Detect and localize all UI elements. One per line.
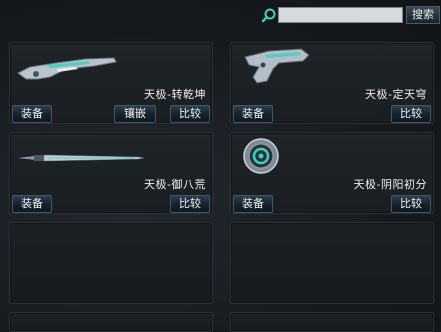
equip-button[interactable]: 装备 <box>12 195 52 213</box>
item-name: 天极-御八荒 <box>144 178 206 191</box>
inlay-button[interactable]: 镶嵌 <box>114 105 156 123</box>
sword-icon <box>18 154 145 162</box>
equip-button[interactable]: 装备 <box>233 105 273 123</box>
empty-slot-1 <box>9 222 213 304</box>
item-card-2[interactable]: 天极-定天穹 装备 比较 <box>230 42 434 124</box>
grenade-icon <box>243 138 279 174</box>
compare-button[interactable]: 比较 <box>170 195 210 213</box>
pistol-icon <box>244 48 310 84</box>
rifle-icon <box>17 57 117 80</box>
search-bar: 搜索 <box>258 6 441 26</box>
search-input[interactable] <box>278 7 403 23</box>
equip-button[interactable]: 装备 <box>233 195 273 213</box>
compare-button[interactable]: 比较 <box>170 105 210 123</box>
item-card-1[interactable]: 天极-转乾坤 装备 镶嵌 比较 <box>9 42 213 124</box>
search-icon[interactable] <box>260 7 278 25</box>
empty-slot-4 <box>230 312 434 332</box>
item-name: 天极-阴阳初分 <box>353 178 427 191</box>
empty-slot-3 <box>9 312 213 332</box>
item-name: 天极-转乾坤 <box>144 88 206 101</box>
compare-button[interactable]: 比较 <box>391 195 431 213</box>
search-button[interactable]: 搜索 <box>406 6 440 24</box>
item-name: 天极-定天穹 <box>365 88 427 101</box>
compare-button[interactable]: 比较 <box>391 105 431 123</box>
equip-button[interactable]: 装备 <box>12 105 52 123</box>
item-card-3[interactable]: 天极-御八荒 装备 比较 <box>9 132 213 214</box>
item-card-4[interactable]: 天极-阴阳初分 装备 比较 <box>230 132 434 214</box>
empty-slot-2 <box>230 222 434 304</box>
